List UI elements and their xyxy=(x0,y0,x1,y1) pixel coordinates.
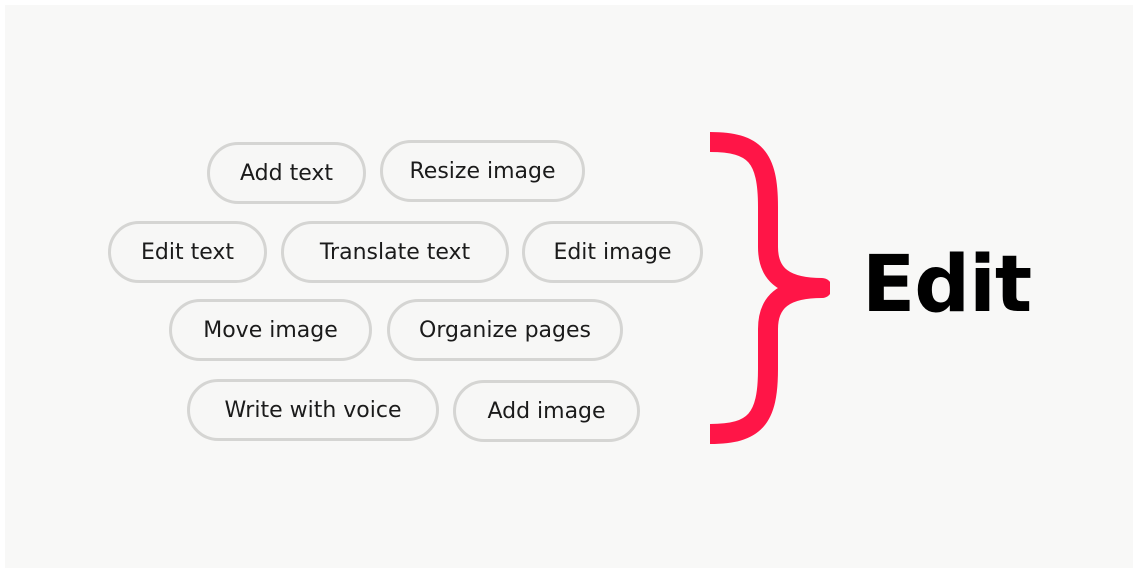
write-with-voice-pill[interactable]: Write with voice xyxy=(187,379,439,441)
organize-pages-pill[interactable]: Organize pages xyxy=(387,299,623,361)
edit-image-pill[interactable]: Edit image xyxy=(522,221,703,283)
edit-text-pill[interactable]: Edit text xyxy=(108,221,267,283)
add-text-pill[interactable]: Add text xyxy=(207,142,366,204)
right-curly-brace-icon xyxy=(709,132,830,444)
move-image-pill[interactable]: Move image xyxy=(169,299,372,361)
translate-text-pill[interactable]: Translate text xyxy=(281,221,509,283)
resize-image-pill[interactable]: Resize image xyxy=(380,140,585,202)
edit-category-label: Edit xyxy=(862,240,1032,330)
add-image-pill[interactable]: Add image xyxy=(453,380,640,442)
